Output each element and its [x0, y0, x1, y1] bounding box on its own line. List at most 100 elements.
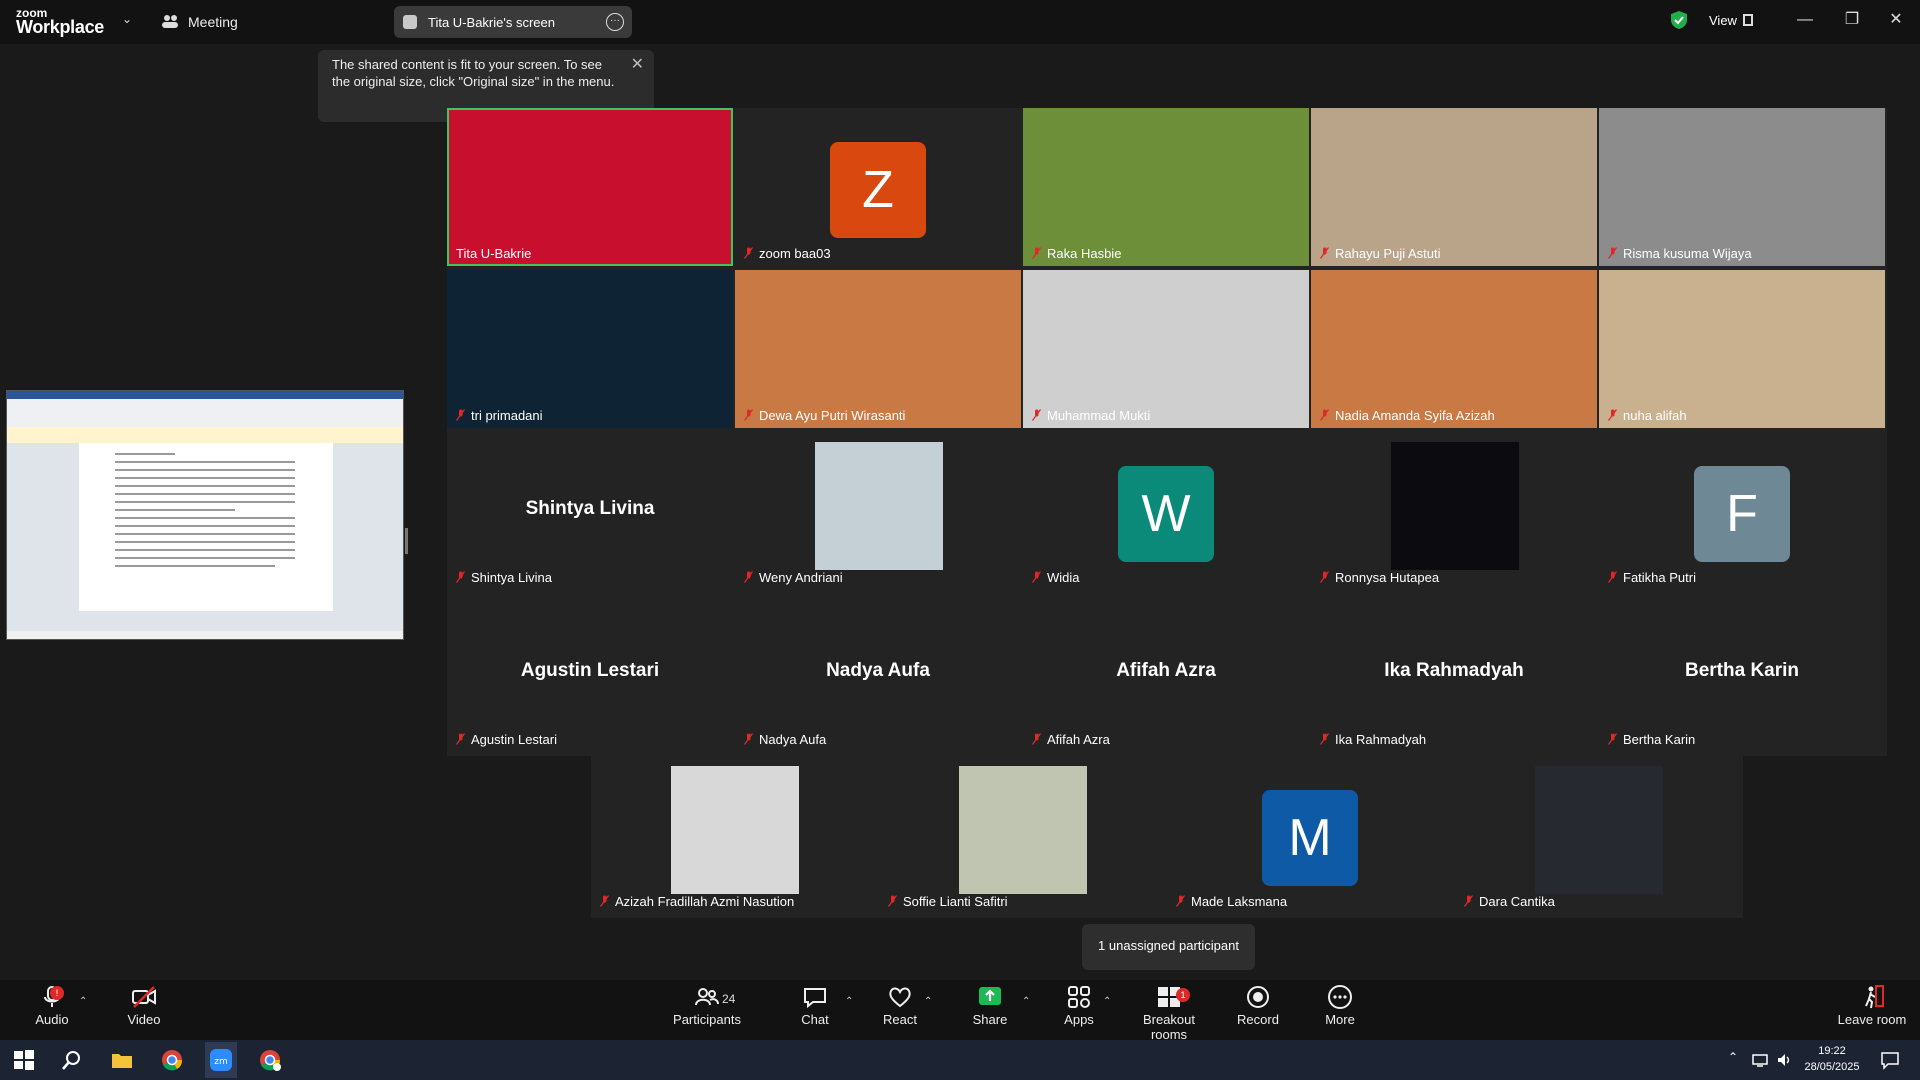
more-button[interactable]: More	[1320, 984, 1360, 1027]
participant-tile[interactable]: Bertha Karin Bertha Karin	[1599, 594, 1885, 752]
participant-photo	[1391, 442, 1519, 570]
participant-display-name: Afifah Azra	[1116, 660, 1216, 681]
react-options-caret[interactable]: ⌃	[924, 996, 932, 1007]
word-title-bar	[7, 391, 403, 399]
video-off-icon	[132, 986, 156, 1008]
share-options-caret[interactable]: ⌃	[1022, 996, 1030, 1007]
chrome-profile-icon[interactable]	[258, 1048, 282, 1072]
participant-tile[interactable]: Rahayu Puji Astuti	[1311, 108, 1597, 266]
participant-tile[interactable]: Ika Rahmadyah Ika Rahmadyah	[1311, 594, 1597, 752]
chat-button[interactable]: Chat	[795, 984, 835, 1027]
participant-tile[interactable]: Ronnysa Hutapea	[1311, 432, 1597, 590]
chevron-down-icon[interactable]: ⌄	[122, 12, 132, 26]
participant-photo	[959, 766, 1087, 894]
participant-tile[interactable]: tri primadani	[447, 270, 733, 428]
participant-tile[interactable]: Tita U-Bakrie	[447, 108, 733, 266]
participant-name: nuha alifah	[1623, 408, 1687, 423]
split-resize-handle[interactable]	[405, 528, 408, 554]
clock-date: 28/05/2025	[1804, 1061, 1860, 1073]
participant-tile[interactable]: Muhammad Mukti	[1023, 270, 1309, 428]
participants-icon	[695, 988, 719, 1006]
minimize-icon[interactable]: —	[1795, 10, 1815, 30]
participant-name-label: Shintya Livina	[453, 568, 555, 587]
react-label: React	[883, 1012, 917, 1027]
apps-label: Apps	[1064, 1012, 1094, 1027]
participant-tile[interactable]: Afifah Azra Afifah Azra	[1023, 594, 1309, 752]
participant-tile[interactable]: Zzoom baa03	[735, 108, 1021, 266]
participant-tile[interactable]: Risma kusuma Wijaya	[1599, 108, 1885, 266]
participant-tile[interactable]: F Fatikha Putri	[1599, 432, 1885, 590]
participant-name: Tita U-Bakrie	[456, 246, 532, 261]
tooltip-close-icon[interactable]: ✕	[631, 54, 644, 74]
screen-share-icon	[403, 15, 417, 29]
more-icon	[1328, 985, 1352, 1009]
participant-name: Nadya Aufa	[759, 732, 827, 747]
heart-icon	[889, 987, 911, 1008]
close-icon[interactable]: ✕	[1886, 10, 1906, 30]
react-button[interactable]: React	[880, 984, 920, 1027]
shared-content-thumbnail[interactable]	[6, 390, 404, 640]
participant-name-label: Tita U-Bakrie	[453, 244, 534, 263]
zoom-icon[interactable]: zm	[209, 1048, 233, 1072]
unassigned-notice[interactable]: 1 unassigned participant	[1082, 924, 1255, 970]
participant-name-label: Nadya Aufa	[741, 730, 829, 749]
breakout-badge: 1	[1176, 988, 1190, 1002]
participant-tile[interactable]: nuha alifah	[1599, 270, 1885, 428]
participant-tile[interactable]: Raka Hasbie	[1023, 108, 1309, 266]
notifications-icon[interactable]	[1880, 1050, 1900, 1070]
audio-options-caret[interactable]: ⌃	[79, 996, 87, 1007]
muted-mic-icon	[1032, 733, 1041, 745]
restore-icon[interactable]: ❐	[1842, 10, 1862, 30]
participant-tile[interactable]: Weny Andriani	[735, 432, 1021, 590]
participant-tile[interactable]: Dewa Ayu Putri Wirasanti	[735, 270, 1021, 428]
participant-tile[interactable]: Agustin Lestari Agustin Lestari	[447, 594, 733, 752]
muted-mic-icon	[744, 571, 753, 583]
muted-mic-icon	[1320, 247, 1329, 259]
participants-label: Participants	[673, 1012, 741, 1027]
apps-icon	[1068, 986, 1090, 1008]
tooltip-text: The shared content is fit to your screen…	[332, 57, 615, 89]
muted-mic-icon	[1608, 247, 1617, 259]
participant-tile[interactable]: Dara Cantika	[1455, 756, 1741, 914]
audio-alert-badge: !	[50, 986, 64, 1000]
volume-icon[interactable]	[1776, 1052, 1792, 1068]
shield-icon[interactable]	[1670, 10, 1688, 30]
record-button[interactable]: Record	[1236, 984, 1280, 1027]
windows-start-icon[interactable]	[12, 1048, 36, 1072]
video-button[interactable]: Video	[120, 984, 168, 1027]
leave-room-button[interactable]: Leave room	[1836, 984, 1908, 1027]
app-logo-product: Workplace	[16, 17, 105, 37]
apps-options-caret[interactable]: ⌃	[1103, 996, 1111, 1007]
taskbar-clock[interactable]: 19:22 28/05/2025	[1800, 1043, 1864, 1075]
record-icon	[1247, 986, 1269, 1008]
network-icon[interactable]	[1752, 1052, 1768, 1068]
participant-avatar: Z	[830, 142, 926, 238]
file-explorer-icon[interactable]	[110, 1048, 134, 1072]
participant-name-label: Made Laksmana	[1173, 892, 1290, 911]
participant-tile[interactable]: Nadya Aufa Nadya Aufa	[735, 594, 1021, 752]
participant-tile[interactable]: Nadia Amanda Syifa Azizah	[1311, 270, 1597, 428]
shared-screen-pill[interactable]: Tita U-Bakrie's screen ···	[394, 6, 632, 38]
more-options-icon[interactable]: ···	[606, 13, 624, 31]
participant-tile[interactable]: W Widia	[1023, 432, 1309, 590]
meeting-menu[interactable]: Meeting	[188, 14, 238, 30]
participant-tile[interactable]: Shintya Livina Shintya Livina	[447, 432, 733, 590]
apps-button[interactable]: Apps	[1060, 984, 1098, 1027]
breakout-rooms-button[interactable]: Breakout rooms	[1124, 984, 1214, 1042]
chat-options-caret[interactable]: ⌃	[845, 996, 853, 1007]
chrome-icon[interactable]	[160, 1048, 184, 1072]
search-icon[interactable]	[60, 1048, 84, 1072]
participant-tile[interactable]: M Made Laksmana	[1167, 756, 1453, 914]
view-button[interactable]: View	[1709, 13, 1737, 28]
participant-tile[interactable]: Azizah Fradillah Azmi Nasution	[591, 756, 877, 914]
participant-tile[interactable]: Soffie Lianti Safitri	[879, 756, 1165, 914]
share-button[interactable]: Share	[970, 984, 1010, 1027]
participant-name: Nadia Amanda Syifa Azizah	[1335, 408, 1495, 423]
tray-chevron-icon[interactable]: ⌃	[1728, 1050, 1738, 1064]
grid-view-icon[interactable]	[1743, 14, 1753, 26]
meeting-toolbar	[0, 980, 1920, 1040]
muted-mic-icon	[1320, 409, 1329, 421]
participant-photo	[671, 766, 799, 894]
muted-mic-icon	[1608, 571, 1617, 583]
unassigned-notice-text: 1 unassigned participant	[1098, 938, 1239, 953]
